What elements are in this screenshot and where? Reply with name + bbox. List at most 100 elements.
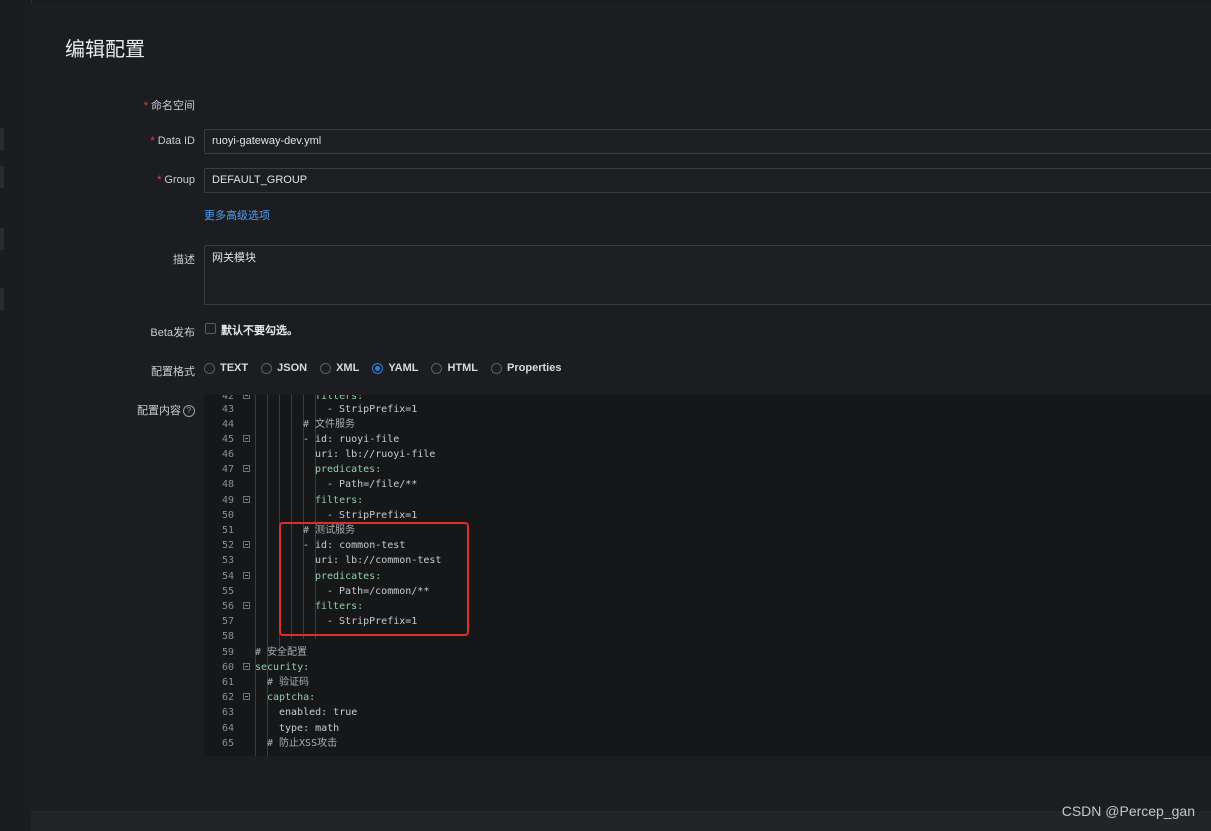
code-text: # 安全配置 xyxy=(255,647,308,658)
radio-icon xyxy=(431,362,443,374)
code-text: # 文件服务 xyxy=(303,419,356,430)
format-option-xml[interactable]: XML xyxy=(320,362,359,374)
radio-icon xyxy=(320,362,332,374)
line-number: 45 xyxy=(221,434,234,445)
fold-icon[interactable] xyxy=(243,395,250,399)
format-option-label: YAML xyxy=(388,362,419,374)
radio-icon xyxy=(204,362,215,374)
left-rail xyxy=(0,0,32,831)
namespace-label: * 命名空间 xyxy=(143,100,195,112)
format-option-label: XML xyxy=(336,362,360,374)
line-number: 60 xyxy=(221,662,234,673)
code-line: 62 captcha: xyxy=(204,690,1211,705)
line-number: 54 xyxy=(221,571,234,582)
code-line: 45 - id: ruoyi-file xyxy=(204,432,1211,447)
group-label-text: Group xyxy=(164,174,195,186)
code-line: 61 # 验证码 xyxy=(204,675,1211,690)
format-label: 配置格式 xyxy=(151,366,195,378)
fold-icon[interactable] xyxy=(243,496,250,503)
format-option-label: Properties xyxy=(507,362,562,374)
radio-icon xyxy=(261,362,273,374)
description-textarea[interactable]: 网关模块 xyxy=(204,245,1211,305)
watermark: CSDN @Percep_gan xyxy=(1061,803,1195,819)
content-label-text: 配置内容 xyxy=(137,405,181,417)
data-id-input[interactable]: ruoyi-gateway-dev.yml xyxy=(204,129,1211,154)
content-label: 配置内容? xyxy=(99,402,195,418)
namespace-label-text: 命名空间 xyxy=(151,100,195,112)
code-text: # 验证码 xyxy=(267,677,310,688)
code-line: 64 type: math xyxy=(204,721,1211,736)
format-option-label: TEXT xyxy=(220,362,249,374)
line-number: 55 xyxy=(221,586,234,597)
format-radio-group: TEXT JSON XML YAML HTML Properties xyxy=(204,362,574,374)
fold-icon[interactable] xyxy=(243,572,250,579)
line-number: 53 xyxy=(221,555,234,566)
highlight-box xyxy=(279,522,469,636)
page-title: 编辑配置 xyxy=(65,39,145,61)
line-number: 52 xyxy=(221,540,234,551)
fold-icon[interactable] xyxy=(243,465,250,472)
code-text: - StripPrefix=1 xyxy=(327,510,418,521)
line-number: 58 xyxy=(221,631,234,642)
code-text: type: math xyxy=(279,723,340,734)
line-number: 59 xyxy=(221,647,234,658)
line-number: 63 xyxy=(221,707,234,718)
bottom-bar xyxy=(31,811,1211,831)
code-text: - Path=/file/** xyxy=(327,479,418,490)
fold-icon[interactable] xyxy=(243,663,250,670)
format-option-properties[interactable]: Properties xyxy=(491,362,561,374)
line-number: 56 xyxy=(221,601,234,612)
format-option-yaml[interactable]: YAML xyxy=(372,362,418,374)
line-number: 57 xyxy=(221,616,234,627)
fold-icon[interactable] xyxy=(243,435,250,442)
line-number: 62 xyxy=(221,692,234,703)
code-line: 43 - StripPrefix=1 xyxy=(204,402,1211,417)
beta-checkbox-label: 默认不要勾选。 xyxy=(221,325,298,337)
code-line: 60 security: xyxy=(204,660,1211,675)
line-number: 49 xyxy=(221,495,234,506)
code-line: 44 # 文件服务 xyxy=(204,417,1211,432)
code-line: 63 enabled: true xyxy=(204,705,1211,720)
line-number: 43 xyxy=(221,404,234,415)
code-text: security: xyxy=(255,662,310,673)
rail-marker xyxy=(0,288,4,310)
format-option-json[interactable]: JSON xyxy=(261,362,307,374)
help-icon[interactable]: ? xyxy=(183,405,195,418)
rail-marker xyxy=(0,128,4,150)
line-number: 46 xyxy=(221,449,234,460)
data-id-label: * Data ID xyxy=(150,135,195,147)
line-number: 64 xyxy=(221,723,234,734)
group-label: * Group xyxy=(157,174,195,186)
line-number: 48 xyxy=(221,479,234,490)
fold-icon[interactable] xyxy=(243,693,250,700)
beta-checkbox[interactable] xyxy=(205,323,216,334)
code-text: predicates: xyxy=(315,464,382,475)
fold-icon[interactable] xyxy=(243,541,250,548)
format-option-label: JSON xyxy=(277,362,308,374)
fold-icon[interactable] xyxy=(243,602,250,609)
format-option-label: HTML xyxy=(447,362,479,374)
code-text: filters: xyxy=(315,495,364,506)
line-number: 50 xyxy=(221,510,234,521)
advanced-options-link[interactable]: 更多高级选项 xyxy=(204,207,270,223)
data-id-label-text: Data ID xyxy=(157,135,195,147)
rail-marker xyxy=(0,228,4,250)
code-line: 50 - StripPrefix=1 xyxy=(204,508,1211,523)
description-label: 描述 xyxy=(173,254,195,266)
line-number: 47 xyxy=(221,464,234,475)
line-number: 44 xyxy=(221,419,234,430)
format-option-text[interactable]: TEXT xyxy=(204,362,248,374)
radio-icon xyxy=(491,362,503,374)
group-input[interactable]: DEFAULT_GROUP xyxy=(204,168,1211,193)
rail-marker xyxy=(0,166,4,188)
beta-label: Beta发布 xyxy=(150,327,195,339)
code-line: 49 filters: xyxy=(204,493,1211,508)
line-number: 65 xyxy=(221,738,234,749)
code-text: enabled: true xyxy=(279,707,358,718)
code-line: 48 - Path=/file/** xyxy=(204,477,1211,492)
radio-selected-icon xyxy=(372,362,384,374)
code-text: - StripPrefix=1 xyxy=(327,404,418,415)
format-option-html[interactable]: HTML xyxy=(431,362,478,374)
code-line: 47 predicates: xyxy=(204,462,1211,477)
line-number: 61 xyxy=(221,677,234,688)
